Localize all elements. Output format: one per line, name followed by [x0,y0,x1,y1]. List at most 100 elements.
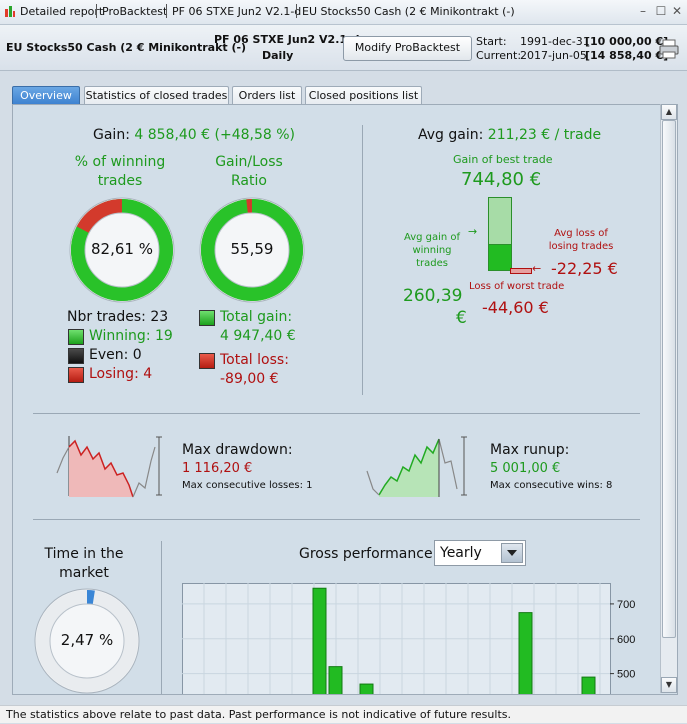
nbr-trades: Nbr trades: 23 [67,309,168,325]
start-label: Start: [476,35,507,48]
y-tick-label: 700 [617,599,635,611]
tab-orders-list[interactable]: Orders list [232,86,302,105]
breadcrumb-probacktest[interactable]: ProBacktest [102,5,167,18]
max-runup-value: 5 001,00 € [490,461,560,476]
avg-loss-bar [510,268,532,274]
gross-performance-label: Gross performance [299,546,433,562]
winning-title-line1: % of winning [65,153,175,172]
period-select-value: Yearly [440,545,482,561]
vertical-scrollbar[interactable]: ▲ ▼ [660,104,677,693]
avg-win-label-line1: Avg gain of [397,231,467,244]
ratio-title-line1: Gain/Loss [199,153,299,172]
gain-summary: Gain: 4 858,40 € (+48,58 %) [93,127,295,143]
bar[interactable] [313,588,326,695]
avg-gain-label: Avg gain: [418,127,483,143]
avg-win-currency: € [456,308,467,328]
avg-loss-label-line1: Avg loss of [546,227,616,240]
bar[interactable] [329,667,342,695]
winning-count: Winning: 19 [89,328,173,344]
total-gain-label: Total gain: [220,309,292,325]
avg-loss-arrow-icon: ← [532,262,541,275]
disclaimer-status-bar: The statistics above relate to past data… [0,705,687,723]
avg-win-arrow-icon: → [468,225,477,238]
scroll-down-icon[interactable]: ▼ [661,677,677,693]
minimize-icon[interactable]: – [636,4,650,18]
overview-panel: Gain: 4 858,40 € (+48,58 %) % of winning… [12,104,678,695]
y-tick-label: 500 [617,669,635,681]
even-count: Even: 0 [89,347,142,363]
gain-value: 4 858,40 € (+48,58 %) [134,127,295,143]
avg-loss-label-line2: losing trades [546,240,616,253]
even-legend-swatch [68,348,84,364]
time-in-market-donut: 2,47 % [33,587,141,695]
max-runup-label: Max runup: [490,442,569,458]
y-tick-label: 600 [617,634,635,646]
time-in-market-title: Time in the market [39,545,129,583]
time-market-line2: market [39,564,129,583]
chevron-down-icon[interactable] [501,543,523,563]
worst-loss-label: Loss of worst trade [469,281,564,292]
ratio-value: 55,59 [198,240,306,258]
winning-trades-title: % of winning trades [65,153,175,191]
winning-legend-swatch [68,329,84,345]
period-label: Daily [262,49,293,62]
avg-gain-value: 211,23 € / trade [488,127,601,143]
maximize-icon[interactable]: ☐ [654,4,668,18]
avg-loss-label: Avg loss of losing trades [546,227,616,253]
avg-gain-summary: Avg gain: 211,23 € / trade [418,127,601,143]
avg-win-label-line2: winning trades [397,244,467,270]
gain-loss-ratio-title: Gain/Loss Ratio [199,153,299,191]
max-consecutive-wins: Max consecutive wins: 8 [490,480,612,491]
breadcrumb-detailed-report[interactable]: Detailed report [20,5,103,18]
max-drawdown-value: 1 116,20 € [182,461,252,476]
tab-statistics-closed-trades[interactable]: Statistics of closed trades [84,86,229,105]
current-date: 2017-jun-05 [520,49,587,62]
window-titlebar: Detailed report ProBacktest PF 06 STXE J… [0,0,687,25]
system-name: PF 06 STXE Jun2 V2.1-d [214,33,359,46]
period-select[interactable]: Yearly [434,540,526,566]
worst-loss-value: -44,60 € [482,298,549,317]
avg-win-value: 260,39 [403,286,462,306]
chart-app-icon [4,5,16,19]
total-gain-swatch [199,310,215,326]
start-value: [10 000,00 €] [585,35,668,48]
close-icon[interactable]: ✕ [670,4,684,18]
scroll-up-icon[interactable]: ▲ [661,104,677,120]
ratio-title-line2: Ratio [199,172,299,191]
winning-title-line2: trades [65,172,175,191]
time-in-market-value: 2,47 % [33,631,141,649]
total-loss-label: Total loss: [220,352,289,368]
max-runup-sparkline [365,433,475,499]
best-gain-label: Gain of best trade [453,153,553,166]
winning-pct-value: 82,61 % [68,240,176,258]
breadcrumb-separator [166,4,167,18]
start-date: 1991-dec-31 [520,35,590,48]
breadcrumb-separator [96,4,97,18]
tab-closed-positions-list[interactable]: Closed positions list [305,86,422,105]
bar[interactable] [360,684,373,695]
losing-count: Losing: 4 [89,366,152,382]
tab-overview[interactable]: Overview [12,86,80,105]
losing-legend-swatch [68,367,84,383]
breadcrumb-instrument[interactable]: EU Stocks50 Cash (2 € Minikontrakt (-) [302,5,515,18]
scroll-thumb[interactable] [662,120,676,638]
total-loss-swatch [199,353,215,369]
print-icon[interactable] [658,38,680,60]
current-label: Current: [476,49,521,62]
total-gain-value: 4 947,40 € [220,328,296,344]
breadcrumb-system[interactable]: PF 06 STXE Jun2 V2.1-d [172,5,301,18]
gain-label: Gain: [93,127,130,143]
modify-probacktest-button[interactable]: Modify ProBacktest [343,36,472,61]
total-loss-value: -89,00 € [220,371,279,387]
bar[interactable] [519,613,532,695]
bar[interactable] [582,677,595,695]
section-divider-horizontal-2 [33,519,640,520]
section-divider [362,125,363,395]
best-gain-value: 744,80 € [461,169,541,190]
breadcrumb-separator [296,4,297,18]
gross-performance-chart: 700 600 500 [182,583,642,695]
avg-win-label: Avg gain of winning trades [397,231,467,270]
instrument-name: EU Stocks50 Cash (2 € Minikontrakt (-) [6,41,246,54]
section-divider-vertical-2 [161,541,162,695]
max-drawdown-label: Max drawdown: [182,442,293,458]
